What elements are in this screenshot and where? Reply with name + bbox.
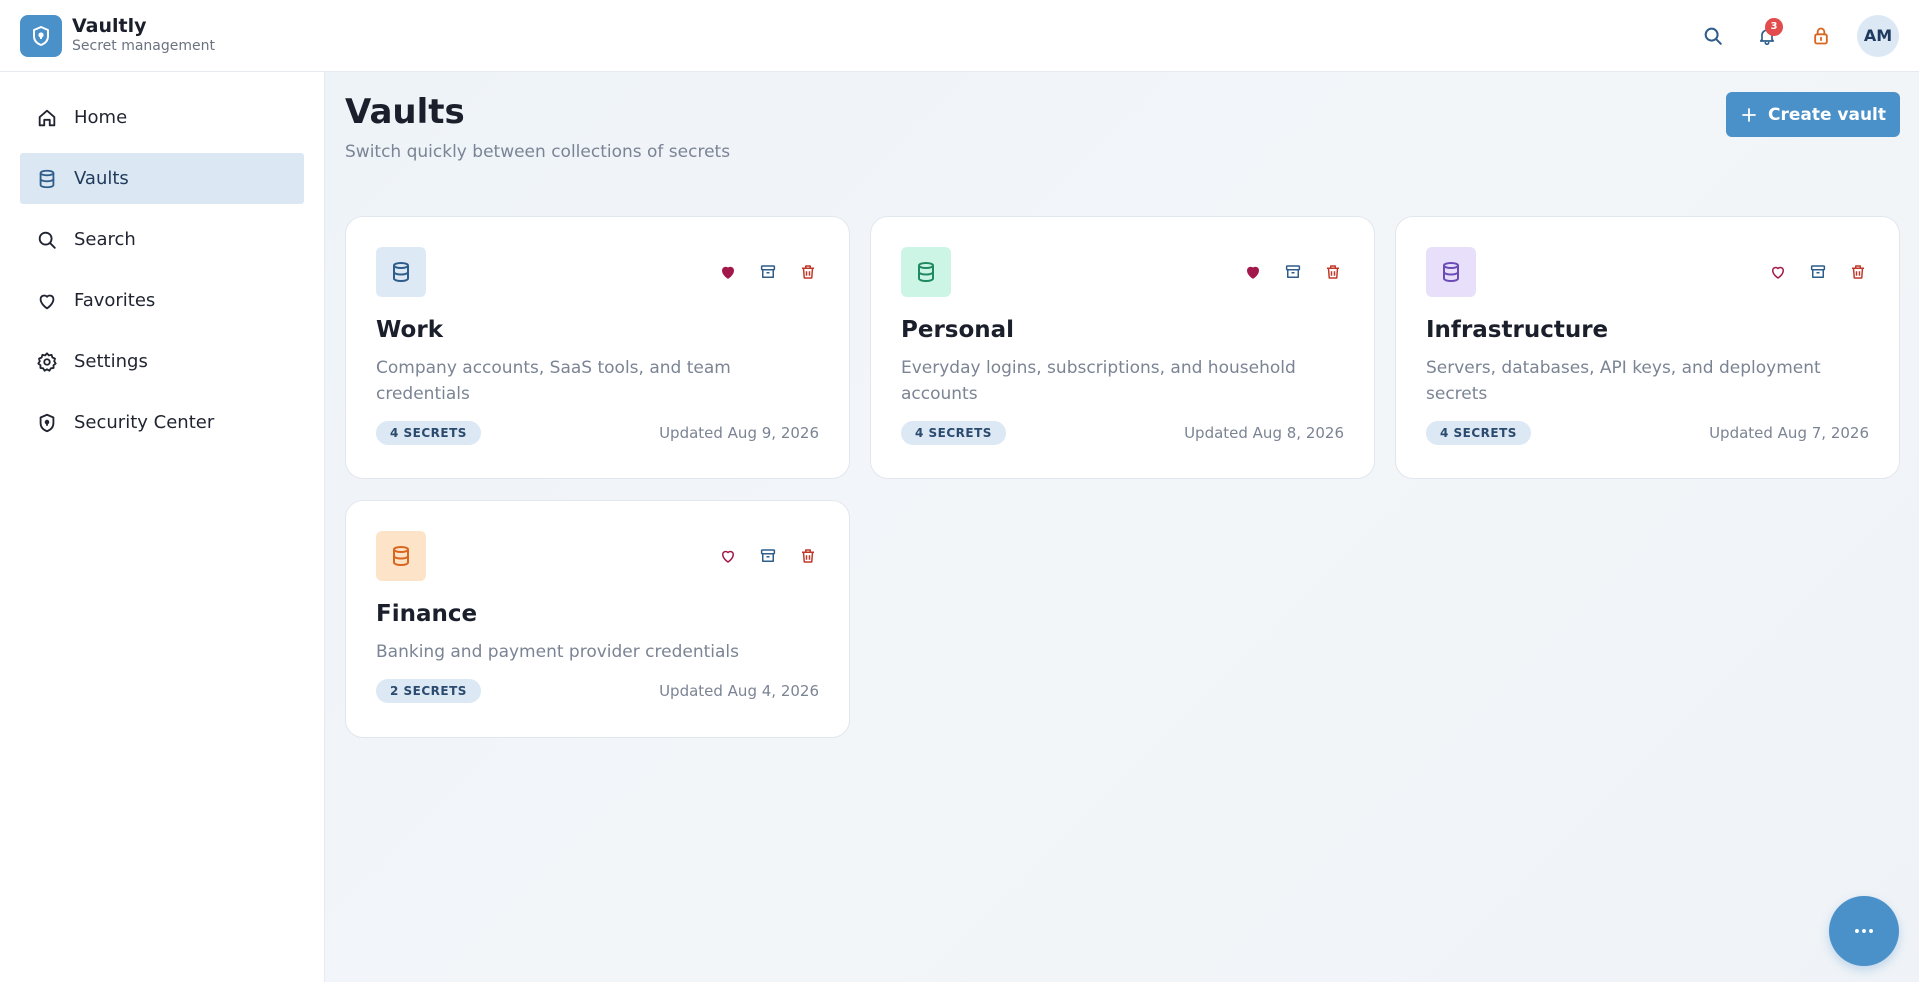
sidebar-item-label: Vaults [74, 168, 129, 189]
favorite-button[interactable] [1767, 261, 1789, 283]
sidebar-item-label: Home [74, 107, 128, 128]
archive-icon [760, 549, 776, 562]
delete-button[interactable] [1322, 261, 1344, 283]
vault-name: Work [376, 317, 443, 343]
updated-date: Updated Aug 4, 2026 [659, 682, 819, 700]
favorite-button[interactable] [717, 261, 739, 283]
database-icon [901, 247, 951, 297]
vault-card-personal[interactable]: Personal Everyday logins, subscriptions,… [870, 216, 1375, 479]
top-bar: Vaultly Secret management 3 AM [0, 0, 1919, 72]
heart-icon [36, 290, 58, 312]
archive-button[interactable] [757, 545, 779, 567]
favorite-button[interactable] [717, 545, 739, 567]
more-actions-button[interactable] [1829, 896, 1899, 966]
database-icon [1426, 247, 1476, 297]
vault-name: Infrastructure [1426, 317, 1609, 343]
main-content: Vaults Switch quickly between collection… [325, 72, 1919, 982]
sidebar-item-label: Favorites [74, 290, 156, 311]
updated-date: Updated Aug 9, 2026 [659, 424, 819, 442]
archive-icon [1285, 265, 1301, 278]
secret-count-badge: 4 SECRETS [1426, 421, 1531, 445]
notifications-button[interactable]: 3 [1749, 17, 1785, 54]
secret-count-badge: 2 SECRETS [376, 679, 481, 703]
trash-icon [1852, 265, 1864, 279]
secret-count-badge: 4 SECRETS [901, 421, 1006, 445]
search-button[interactable] [1695, 18, 1731, 54]
shield-logo-icon [20, 14, 62, 57]
vault-description: Servers, databases, API keys, and deploy… [1426, 358, 1821, 404]
sidebar-item-vaults[interactable]: Vaults [20, 153, 304, 204]
updated-date: Updated Aug 7, 2026 [1709, 424, 1869, 442]
heart-filled-icon [722, 266, 734, 279]
lock-icon [1814, 27, 1828, 44]
sidebar-item-label: Settings [74, 351, 148, 372]
database-icon [376, 247, 426, 297]
vault-name: Finance [376, 601, 478, 627]
trash-icon [802, 265, 814, 279]
shield-icon [36, 412, 58, 434]
brand-name: Vaultly [72, 15, 147, 38]
sidebar-item-label: Security Center [74, 412, 215, 433]
page-title: Vaults [345, 92, 465, 132]
favorite-button[interactable] [1242, 261, 1264, 283]
vault-card-work[interactable]: Work Company accounts, SaaS tools, and t… [345, 216, 850, 479]
archive-icon [760, 265, 776, 278]
brand-subtitle: Secret management [72, 38, 215, 55]
heart-filled-icon [1247, 266, 1259, 279]
vault-card-infrastructure[interactable]: Infrastructure Servers, databases, API k… [1395, 216, 1900, 479]
page-subtitle: Switch quickly between collections of se… [345, 142, 731, 162]
sidebar-item-security-center[interactable]: Security Center [20, 397, 304, 448]
archive-button[interactable] [757, 261, 779, 283]
vault-description: Banking and payment provider credentials [376, 642, 739, 662]
sidebar-item-label: Search [74, 229, 136, 250]
vault-card-finance[interactable]: Finance Banking and payment provider cre… [345, 500, 850, 738]
delete-button[interactable] [797, 261, 819, 283]
notification-count-badge: 3 [1765, 17, 1783, 36]
trash-icon [1327, 265, 1339, 279]
search-icon [36, 229, 58, 251]
vault-description: Company accounts, SaaS tools, and team c… [376, 358, 731, 404]
sidebar-item-search[interactable]: Search [20, 214, 304, 265]
database-icon [376, 531, 426, 581]
gear-icon [36, 351, 58, 373]
more-horizontal-icon [1855, 929, 1873, 933]
sidebar-item-home[interactable]: Home [20, 92, 304, 143]
create-vault-button[interactable]: Create vault [1726, 92, 1900, 137]
archive-icon [1810, 265, 1826, 278]
archive-button[interactable] [1282, 261, 1304, 283]
vault-description: Everyday logins, subscriptions, and hous… [901, 358, 1296, 404]
delete-button[interactable] [1847, 261, 1869, 283]
delete-button[interactable] [797, 545, 819, 567]
vault-name: Personal [901, 317, 1015, 343]
create-vault-label: Create vault [1767, 104, 1887, 125]
plus-icon [1742, 107, 1756, 122]
lock-button[interactable] [1803, 18, 1839, 54]
archive-button[interactable] [1807, 261, 1829, 283]
updated-date: Updated Aug 8, 2026 [1184, 424, 1344, 442]
trash-icon [802, 549, 814, 563]
heart-outline-icon [1772, 266, 1784, 279]
home-icon [36, 107, 58, 129]
avatar[interactable]: AM [1857, 14, 1899, 57]
brand[interactable]: Vaultly Secret management [20, 14, 215, 57]
database-icon [36, 168, 58, 190]
sidebar-item-favorites[interactable]: Favorites [20, 275, 304, 326]
sidebar: Home Vaults Search Favorites Settings Se… [0, 72, 325, 982]
search-icon [1704, 27, 1722, 45]
heart-outline-icon [722, 550, 734, 563]
secret-count-badge: 4 SECRETS [376, 421, 481, 445]
sidebar-item-settings[interactable]: Settings [20, 336, 304, 387]
